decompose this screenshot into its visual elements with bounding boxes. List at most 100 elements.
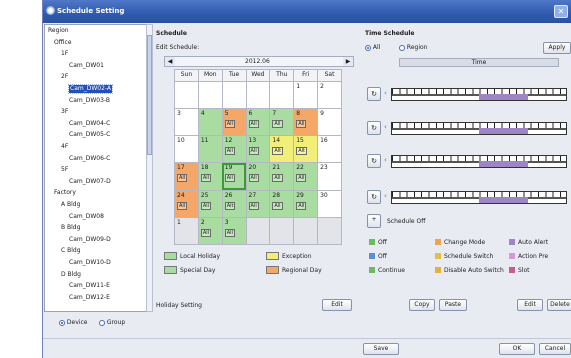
refresh-icon[interactable]: ↻ (367, 87, 381, 101)
calendar-day-cell[interactable]: 24 All (174, 189, 199, 218)
device-radio[interactable]: Device (59, 319, 87, 326)
calendar-day-cell[interactable]: 13 All (245, 135, 271, 164)
copy-button[interactable]: Copy (409, 299, 435, 311)
tree-item[interactable]: Cam_DW08 (69, 213, 104, 221)
tree-item[interactable]: Cam_DW06-C (69, 155, 110, 163)
tree-item[interactable]: Cam_DW04-C (69, 120, 110, 128)
tree-item[interactable]: Cam_DW02-A (67, 84, 114, 94)
region-radio[interactable]: Region (399, 44, 427, 51)
tree-item[interactable]: 5F (61, 166, 68, 174)
calendar-day-cell[interactable] (245, 80, 271, 110)
group-radio[interactable]: Group (99, 319, 125, 326)
calendar-day-cell[interactable]: 16 (317, 135, 342, 164)
calendar-day-cell[interactable]: 12 All (221, 135, 247, 164)
calendar-edit-button[interactable]: Edit (322, 299, 352, 311)
calendar-day-cell[interactable]: 21 All (269, 162, 295, 191)
calendar-day-cell[interactable]: 29 All (293, 189, 319, 218)
time-bar[interactable] (391, 191, 567, 204)
calendar-day-cell[interactable] (317, 216, 342, 246)
calendar-day-cell[interactable]: 26 Alt (221, 189, 247, 218)
calendar-day-cell[interactable]: 20 All (245, 162, 271, 191)
calendar-day-cell[interactable] (245, 216, 271, 246)
time-edit-button[interactable]: Edit (517, 299, 543, 311)
tree-item[interactable]: A Bldg (61, 201, 80, 209)
close-button[interactable]: ✕ (554, 5, 568, 18)
scrollbar-thumb[interactable] (147, 35, 152, 155)
calendar-day-cell[interactable]: 2 All (197, 216, 223, 246)
calendar-day-cell[interactable]: 11 (197, 135, 223, 164)
calendar-day-cell[interactable] (221, 80, 247, 110)
tree-item[interactable]: Cam_DW01 (69, 62, 104, 70)
tree-item[interactable]: 1F (61, 50, 68, 58)
calendar-day-cell[interactable]: 17 All (174, 162, 199, 191)
calendar-day-cell[interactable]: 30 (317, 189, 342, 218)
save-button[interactable]: Save (363, 343, 399, 355)
tree-item[interactable]: Cam_DW09-D (69, 236, 111, 244)
calendar-day-cell[interactable]: 23 (317, 162, 342, 191)
calendar-day-cell[interactable]: 19 All (221, 162, 247, 191)
tree-item[interactable]: Cam_DW03-B (69, 97, 110, 105)
tree-item[interactable]: D Bldg (61, 271, 81, 279)
delete-button[interactable]: Delete (547, 299, 571, 311)
tree-item[interactable]: 4F (61, 143, 68, 151)
calendar-day-cell[interactable]: 5 All (221, 108, 247, 137)
calendar-day-cell[interactable]: 8 All (293, 108, 319, 137)
next-month-button[interactable]: ▶ (343, 57, 353, 66)
calendar-day-cell[interactable] (269, 216, 295, 246)
calendar-day-cell[interactable]: 28 All (269, 189, 295, 218)
prev-month-button[interactable]: ◀ (165, 57, 175, 66)
calendar-day-cell[interactable]: 1 (293, 80, 319, 110)
calendar-day-cell[interactable]: 4 (197, 108, 223, 137)
time-bar[interactable] (391, 155, 567, 168)
tree-item[interactable]: 3F (61, 108, 68, 116)
calendar-day-cell[interactable]: 22 All (293, 162, 319, 191)
scroll-left-icon[interactable]: ‹ (384, 123, 387, 131)
all-radio[interactable]: All (365, 44, 380, 51)
tree-item[interactable]: Cam_DW10-D (69, 259, 111, 267)
tree-item[interactable]: Cam_DW12-E (69, 294, 110, 302)
time-bar[interactable] (391, 88, 567, 101)
calendar-day-cell[interactable]: 18 All (197, 162, 223, 191)
tree-item[interactable]: Cam_DW05-C (69, 131, 110, 139)
calendar-day-cell[interactable] (269, 80, 295, 110)
scroll-left-icon[interactable]: ‹ (384, 89, 387, 97)
cancel-button[interactable]: Cancel (539, 343, 571, 355)
refresh-icon[interactable]: ↻ (367, 121, 381, 135)
tree-item[interactable]: B Bldg (61, 224, 80, 232)
paste-button[interactable]: Paste (439, 299, 467, 311)
calendar-day-cell[interactable]: 15 Alt (293, 135, 319, 164)
calendar-day-cell[interactable]: 2 (317, 80, 342, 110)
time-range[interactable] (479, 161, 528, 167)
calendar-day-cell[interactable]: 1 (174, 216, 199, 246)
tree-item[interactable]: Cam_DW11-E (69, 282, 110, 290)
device-tree[interactable]: Region Office 1F Cam_DW01 2F Cam_DW02-A Cam_DW… (44, 24, 148, 312)
calendar-day-cell[interactable] (293, 216, 319, 246)
tree-item[interactable]: Office (54, 39, 72, 47)
apply-button[interactable]: Apply (543, 42, 571, 54)
tree-item[interactable]: Region (48, 27, 69, 35)
calendar-day-cell[interactable]: 27 All (245, 189, 271, 218)
time-bar[interactable] (391, 122, 567, 135)
calendar-day-cell[interactable]: 9 (317, 108, 342, 137)
tree-scrollbar[interactable] (146, 24, 153, 312)
calendar-day-cell[interactable]: 3 All (221, 216, 247, 246)
calendar-day-cell[interactable]: 25 All (197, 189, 223, 218)
calendar-day-cell[interactable] (174, 80, 199, 110)
refresh-icon[interactable]: ↻ (367, 154, 381, 168)
tree-item[interactable]: C Bldg (61, 247, 81, 255)
time-range[interactable] (479, 128, 528, 134)
calendar-day-cell[interactable] (197, 80, 223, 110)
ok-button[interactable]: OK (499, 343, 535, 355)
calendar-day-cell[interactable]: 10 (174, 135, 199, 164)
calendar-day-cell[interactable]: 7 All (269, 108, 295, 137)
calendar-day-cell[interactable]: 14 Alt (269, 135, 295, 164)
tree-item[interactable]: 2F (61, 73, 68, 81)
time-range[interactable] (479, 197, 528, 203)
refresh-icon[interactable]: ↻ (367, 190, 381, 204)
add-schedule-button[interactable]: + (367, 214, 381, 228)
calendar-day-cell[interactable]: 6 All (245, 108, 271, 137)
tree-item[interactable]: Cam_DW07-D (69, 178, 111, 186)
scroll-left-icon[interactable]: ‹ (384, 156, 387, 164)
scroll-left-icon[interactable]: ‹ (384, 192, 387, 200)
calendar-day-cell[interactable]: 3 (174, 108, 199, 137)
